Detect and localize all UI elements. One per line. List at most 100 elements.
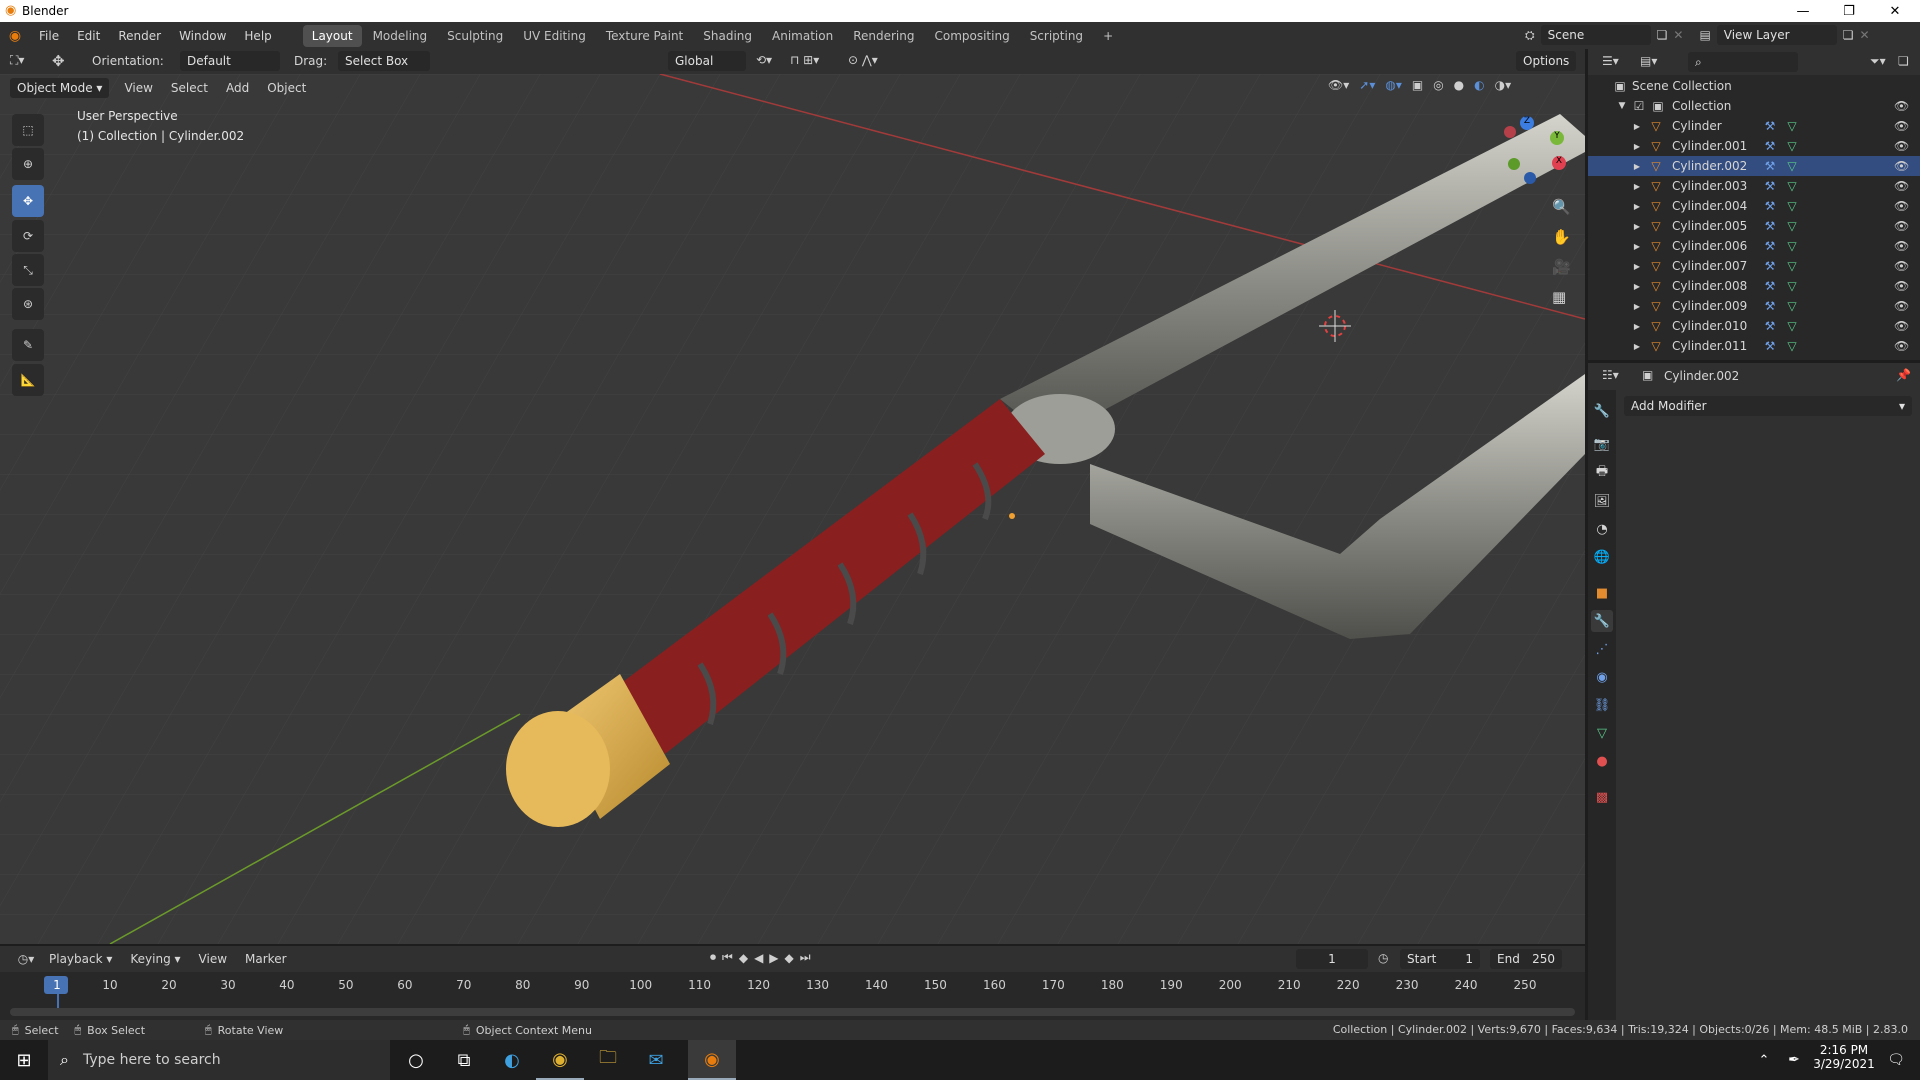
physics-tab-icon[interactable]: ◉ xyxy=(1591,666,1613,688)
tab-animation[interactable]: Animation xyxy=(763,25,842,47)
proportional-editing-icon[interactable]: ⊙ ⋀▾ xyxy=(848,53,878,67)
eye-icon[interactable]: 👁 xyxy=(1894,239,1909,253)
modifier-wrench-icon[interactable]: ⚒ xyxy=(1762,239,1778,253)
pin-icon[interactable]: 📌 xyxy=(1896,368,1911,382)
expand-arrow-icon[interactable]: ▶ xyxy=(1632,202,1642,211)
mesh-data-icon[interactable]: ▽ xyxy=(1784,159,1800,173)
menu-window[interactable]: Window xyxy=(170,29,235,43)
taskbar-search-box[interactable]: ⌕ Type here to search xyxy=(48,1040,390,1080)
navigation-gizmo[interactable]: Z Y X xyxy=(1500,114,1570,194)
modifier-wrench-icon[interactable]: ⚒ xyxy=(1762,159,1778,173)
outliner-object-row[interactable]: ▶ ▽ Cylinder.008 ⚒ ▽ 👁 xyxy=(1588,276,1920,296)
editor-type-icon[interactable]: ⛶▾ xyxy=(10,53,24,68)
start-frame-field[interactable]: Start 1 xyxy=(1400,949,1480,969)
play-icon[interactable]: ▶ xyxy=(769,950,778,965)
mesh-data-icon[interactable]: ▽ xyxy=(1784,119,1800,133)
orientation-dropdown[interactable]: Default xyxy=(180,51,280,71)
expand-arrow-icon[interactable]: ▶ xyxy=(1632,182,1642,191)
taskbar-clock[interactable]: 2:16 PM 3/29/2021 xyxy=(1808,1043,1880,1071)
expand-arrow-icon[interactable]: ▶ xyxy=(1632,122,1642,131)
expand-arrow-icon[interactable]: ▶ xyxy=(1632,262,1642,271)
expand-arrow-icon[interactable]: ▶ xyxy=(1632,242,1642,251)
gizmo-toggle-icon[interactable]: ➚▾ xyxy=(1359,78,1375,92)
expand-arrow-icon[interactable]: ▶ xyxy=(1632,142,1642,151)
outliner-object-row[interactable]: ▶ ▽ Cylinder.010 ⚒ ▽ 👁 xyxy=(1588,316,1920,336)
windows-start-icon[interactable]: ⊞ xyxy=(0,1040,48,1080)
modifier-wrench-icon[interactable]: ⚒ xyxy=(1762,259,1778,273)
tab-sculpting[interactable]: Sculpting xyxy=(438,25,512,47)
gizmo-y-axis[interactable]: Y xyxy=(1550,131,1564,145)
eye-icon[interactable]: 👁 xyxy=(1894,199,1909,213)
add-workspace-button[interactable]: + xyxy=(1094,25,1122,47)
menu-file[interactable]: File xyxy=(30,29,68,43)
rotate-tool[interactable]: ⟳ xyxy=(12,220,44,252)
jump-start-icon[interactable]: ⏮ xyxy=(722,950,733,965)
tab-uv-editing[interactable]: UV Editing xyxy=(514,25,595,47)
texture-tab-icon[interactable]: ▩ xyxy=(1591,786,1613,808)
modifier-wrench-icon[interactable]: ⚒ xyxy=(1762,199,1778,213)
preview-range-icon[interactable]: ◷ xyxy=(1378,951,1388,965)
eye-icon[interactable]: 👁 xyxy=(1894,219,1909,233)
outliner-object-row[interactable]: ▶ ▽ Cylinder.001 ⚒ ▽ 👁 xyxy=(1588,136,1920,156)
scene-icon[interactable]: ⛭ xyxy=(1525,28,1535,43)
gizmo-z-axis[interactable]: Z xyxy=(1520,116,1534,130)
tool-tab-icon[interactable]: 🔧 xyxy=(1591,400,1613,422)
eye-icon[interactable]: 👁 xyxy=(1894,259,1909,273)
tab-modeling[interactable]: Modeling xyxy=(364,25,437,47)
mesh-data-icon[interactable]: ▽ xyxy=(1784,199,1800,213)
material-preview-icon[interactable]: ◐ xyxy=(1474,78,1484,92)
transform-orientation-dropdown[interactable]: Global xyxy=(668,51,746,71)
eye-icon[interactable]: 👁 xyxy=(1894,99,1909,113)
eye-icon[interactable]: 👁 xyxy=(1894,279,1909,293)
prev-keyframe-icon[interactable]: ◆ xyxy=(739,950,748,965)
jump-end-icon[interactable]: ⏭ xyxy=(800,950,811,965)
tab-texture-paint[interactable]: Texture Paint xyxy=(597,25,692,47)
measure-tool[interactable]: 📐 xyxy=(12,364,44,396)
overlays-icon[interactable]: ◍▾ xyxy=(1385,78,1402,92)
play-reverse-icon[interactable]: ◀ xyxy=(754,950,763,965)
timeline-scrollbar[interactable] xyxy=(10,1008,1575,1016)
pivot-point-icon[interactable]: ⟲▾ xyxy=(756,53,772,67)
xray-icon[interactable]: ▣ xyxy=(1412,78,1423,92)
mesh-data-icon[interactable]: ▽ xyxy=(1784,339,1800,353)
scene-selector[interactable]: Scene xyxy=(1540,25,1651,45)
expand-arrow-icon[interactable]: ▶ xyxy=(1632,322,1642,331)
blender-menu-icon[interactable]: ◉ xyxy=(0,28,30,44)
mesh-data-icon[interactable]: ▽ xyxy=(1784,259,1800,273)
ortho-grid-icon[interactable]: ▦ xyxy=(1552,288,1566,306)
delete-view-layer-icon[interactable]: ✕ xyxy=(1860,28,1870,42)
constraints-tab-icon[interactable]: ⛓ xyxy=(1591,694,1613,716)
outliner-collection[interactable]: ▼ ☑ ▣ Collection 👁 xyxy=(1588,96,1920,116)
modifier-wrench-icon[interactable]: ⚒ xyxy=(1762,119,1778,133)
outliner-scene-collection[interactable]: ▣ Scene Collection xyxy=(1588,76,1920,96)
collapse-arrow-icon[interactable]: ▼ xyxy=(1616,101,1628,111)
expand-arrow-icon[interactable]: ▶ xyxy=(1632,302,1642,311)
new-collection-icon[interactable]: ❏ xyxy=(1898,54,1909,68)
tab-shading[interactable]: Shading xyxy=(694,25,761,47)
modifier-wrench-icon[interactable]: ⚒ xyxy=(1762,279,1778,293)
mesh-data-icon[interactable]: ▽ xyxy=(1784,279,1800,293)
move-tool[interactable]: ✥ xyxy=(12,185,44,217)
display-mode-icon[interactable]: ▤▾ xyxy=(1640,54,1657,68)
menu-help[interactable]: Help xyxy=(235,29,280,43)
menu-render[interactable]: Render xyxy=(109,29,170,43)
snap-icon[interactable]: ⊓ ⊞▾ xyxy=(790,53,819,67)
filter-icon[interactable]: ⏷▾ xyxy=(1870,54,1886,69)
gizmo-neg-z[interactable] xyxy=(1524,172,1536,184)
current-frame-field[interactable]: 1 xyxy=(1296,949,1368,969)
timeline-keying-menu[interactable]: Keying ▾ xyxy=(121,952,189,966)
viewport-menu-object[interactable]: Object xyxy=(258,81,315,95)
eye-icon[interactable]: 👁 xyxy=(1894,139,1909,153)
mail-icon[interactable]: ✉ xyxy=(632,1040,680,1080)
visibility-icon[interactable]: 👁▾ xyxy=(1328,78,1349,92)
expand-arrow-icon[interactable]: ▶ xyxy=(1632,162,1642,171)
file-explorer-icon[interactable]: 🗀 xyxy=(584,1040,632,1080)
world-tab-icon[interactable]: 🌐 xyxy=(1591,546,1613,568)
outliner-search-input[interactable]: ⌕ xyxy=(1688,52,1798,72)
viewport-menu-add[interactable]: Add xyxy=(217,81,258,95)
cursor-tool[interactable]: ⊕ xyxy=(12,148,44,180)
mesh-data-icon[interactable]: ▽ xyxy=(1784,179,1800,193)
gizmo-neg-y[interactable] xyxy=(1508,158,1520,170)
record-icon[interactable]: ⏺ xyxy=(710,950,716,965)
new-view-layer-icon[interactable]: ❏ xyxy=(1843,28,1854,42)
